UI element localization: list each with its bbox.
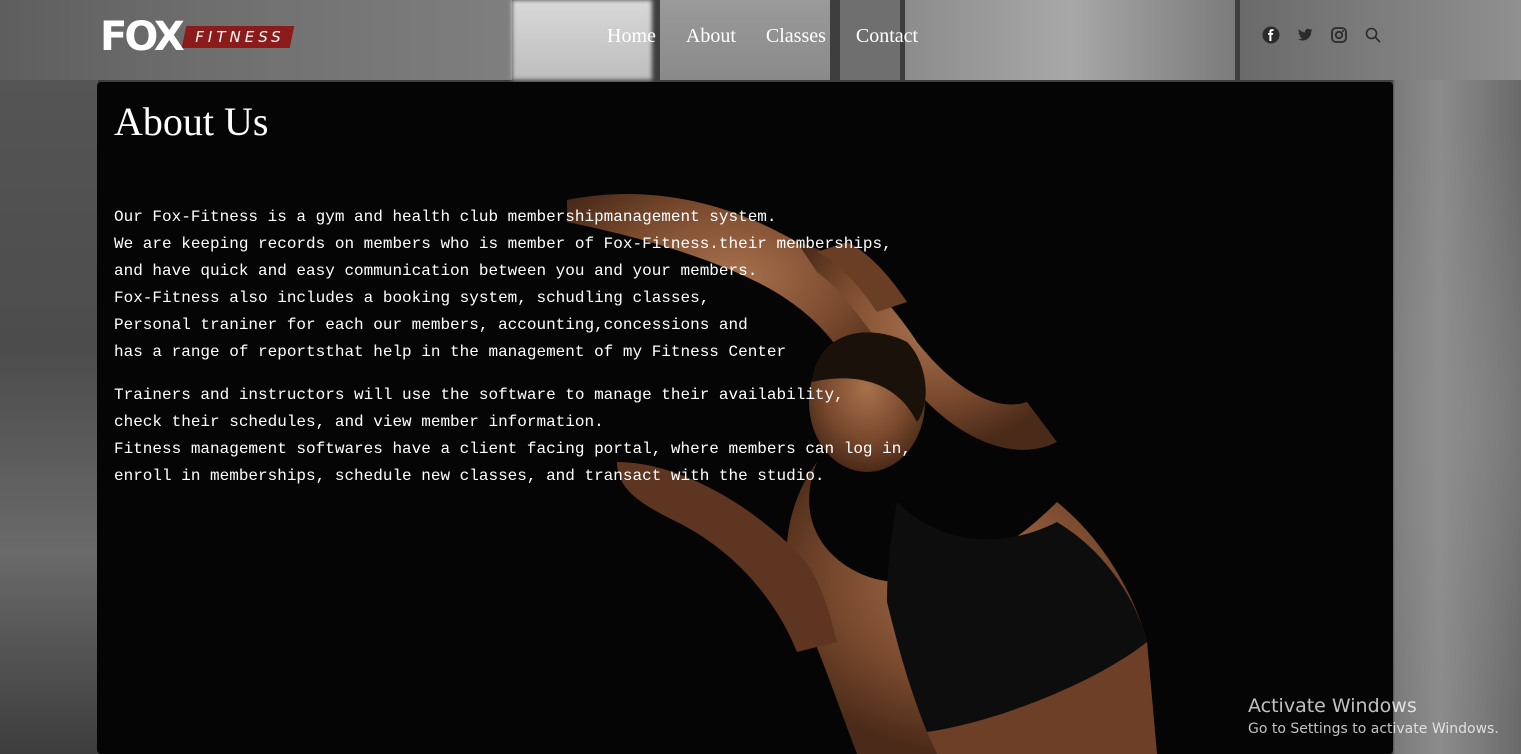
site-header: FOX FITNESS Home About Classes Contact (0, 0, 1521, 80)
page-title: About Us (114, 99, 269, 144)
nav-contact[interactable]: Contact (856, 22, 918, 50)
logo-word: FITNESS (195, 28, 285, 46)
about-line: We are keeping records on members who is… (114, 235, 892, 253)
nav-classes[interactable]: Classes (766, 22, 826, 50)
main-nav: Home About Classes Contact (607, 22, 918, 50)
about-panel: About Us Our Fox-Fitness is a gym and he… (97, 82, 1393, 754)
about-line: Personal traniner for each our members, … (114, 316, 748, 334)
social-links (1262, 26, 1382, 44)
windows-activation-watermark: Activate Windows Go to Settings to activ… (1248, 695, 1499, 737)
about-line: Fitness management softwares have a clie… (114, 440, 911, 458)
search-icon[interactable] (1364, 26, 1382, 44)
activation-title: Activate Windows (1248, 695, 1417, 717)
facebook-icon[interactable] (1262, 26, 1280, 44)
about-line: check their schedules, and view member i… (114, 413, 604, 431)
nav-about[interactable]: About (686, 22, 736, 50)
about-line: enroll in memberships, schedule new clas… (114, 467, 825, 485)
about-line: and have quick and easy communication be… (114, 262, 758, 280)
logo-mark: FOX (100, 14, 185, 60)
activation-subtitle: Go to Settings to activate Windows. (1248, 721, 1499, 737)
about-line: has a range of reportsthat help in the m… (114, 343, 787, 361)
about-description: Our Fox-Fitness is a gym and health club… (114, 204, 911, 490)
instagram-icon[interactable] (1330, 26, 1348, 44)
about-line: Our Fox-Fitness is a gym and health club… (114, 208, 777, 226)
fox-fitness-logo[interactable]: FOX FITNESS (100, 14, 295, 60)
nav-home[interactable]: Home (607, 22, 656, 50)
about-line: Fox-Fitness also includes a booking syst… (114, 289, 710, 307)
twitter-icon[interactable] (1296, 26, 1314, 44)
about-line: Trainers and instructors will use the so… (114, 386, 844, 404)
